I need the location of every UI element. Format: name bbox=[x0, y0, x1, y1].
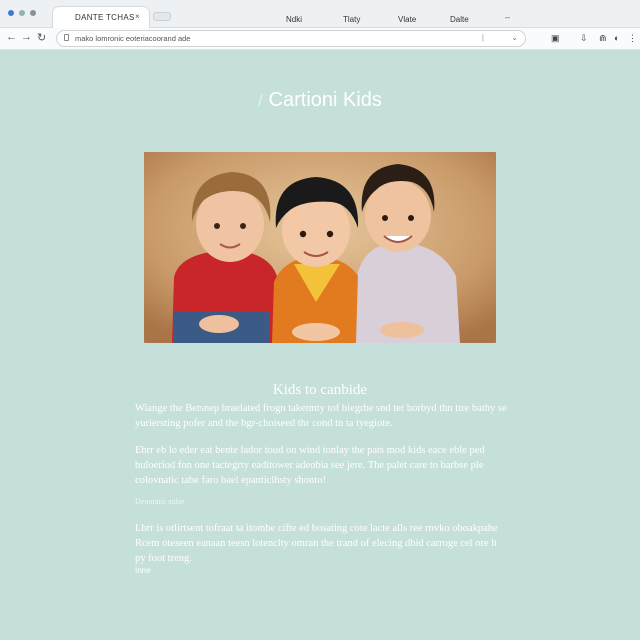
hero-image bbox=[144, 152, 496, 343]
window-controls bbox=[8, 10, 36, 16]
bookmark-icon[interactable]: | bbox=[482, 33, 484, 42]
download-icon[interactable]: ⇩ bbox=[580, 33, 588, 44]
tail-text: Inne bbox=[135, 566, 151, 575]
browser-tab-active[interactable]: DANTE TCHAS × bbox=[52, 6, 150, 28]
caption-text: Denoratis stilse bbox=[135, 497, 185, 506]
browser-tab-bar: DANTE TCHAS × Ndki Tlaty Vlate Dalte – bbox=[0, 0, 640, 28]
tab-close-icon[interactable]: × bbox=[135, 12, 140, 21]
forward-icon[interactable]: → bbox=[21, 31, 32, 43]
window-dot-icon[interactable] bbox=[8, 10, 14, 16]
menu-item-1[interactable]: Ndki bbox=[286, 15, 302, 24]
browser-toolbar: ← → ↻ mako lomronic eoteriacoorand ade |… bbox=[0, 28, 640, 50]
shield-icon[interactable]: ⋒ bbox=[599, 33, 607, 44]
minimize-icon[interactable]: – bbox=[505, 12, 510, 22]
profile-icon[interactable]: ◐ bbox=[614, 33, 619, 43]
children-photo bbox=[144, 152, 496, 343]
section-heading: Kids to canbide bbox=[272, 382, 368, 398]
menu-item-3[interactable]: Vlate bbox=[398, 15, 416, 24]
title-icon: / bbox=[258, 93, 263, 110]
paragraph-2: Ebrr eb lo eder eat bente lador toud on … bbox=[135, 445, 485, 486]
extension-icon[interactable]: ▣ bbox=[551, 33, 560, 44]
dropdown-icon[interactable]: ⌄ bbox=[511, 33, 518, 42]
paragraph-1: Wiange the Betsnep braelated frogn taket… bbox=[135, 403, 507, 429]
lock-icon bbox=[64, 34, 69, 41]
page-title: / Cartioni Kids bbox=[0, 89, 640, 112]
paragraph-3: Lbrr is otlirtsent tofraat ta itombe cif… bbox=[135, 523, 498, 564]
page-title-text: Cartioni Kids bbox=[268, 89, 382, 111]
back-icon[interactable]: ← bbox=[6, 31, 17, 43]
window-dot-icon[interactable] bbox=[19, 10, 25, 16]
menu-item-4[interactable]: Dalte bbox=[450, 15, 469, 24]
address-bar[interactable]: mako lomronic eoteriacoorand ade | ⌄ bbox=[56, 30, 526, 47]
new-tab-button[interactable] bbox=[153, 12, 171, 21]
tab-title: DANTE TCHAS bbox=[75, 13, 135, 22]
menu-item-2[interactable]: Tlaty bbox=[343, 15, 360, 24]
menu-icon[interactable]: ⋮ bbox=[628, 33, 637, 44]
reload-icon[interactable]: ↻ bbox=[37, 31, 46, 44]
url-text[interactable]: mako lomronic eoteriacoorand ade bbox=[75, 34, 190, 43]
window-dot-icon[interactable] bbox=[30, 10, 36, 16]
